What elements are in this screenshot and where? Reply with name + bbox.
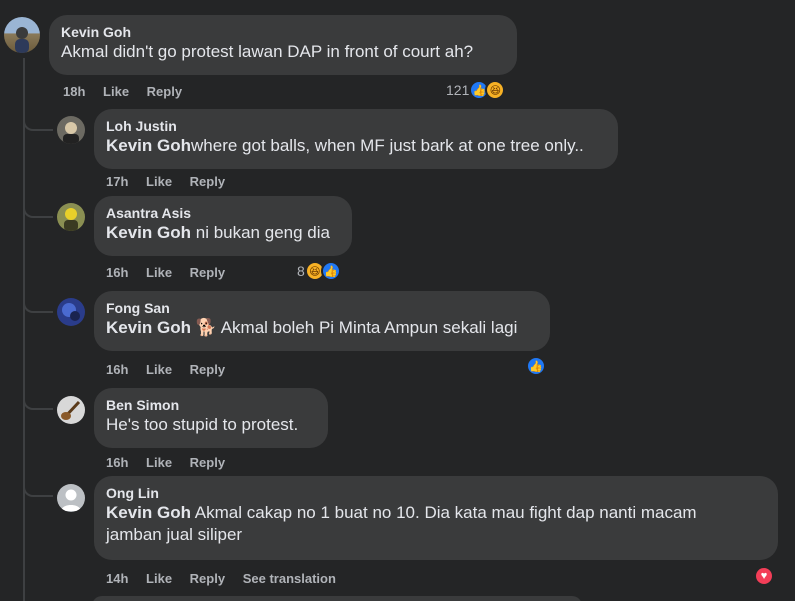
reactions-summary[interactable]: 121 👍 😆 (446, 80, 506, 100)
like-button[interactable]: Like (146, 455, 172, 470)
reactions-summary[interactable]: ♥ (754, 566, 774, 586)
reaction-count: 121 (446, 82, 470, 98)
comment-actions: 14h Like Reply See translation (106, 571, 350, 586)
comment-time[interactable]: 16h (106, 455, 128, 470)
reply-button[interactable]: Reply (147, 84, 182, 99)
avatar[interactable] (57, 298, 85, 326)
comment-body: where got balls, when MF just bark at on… (191, 136, 584, 155)
comment-bubble: Asantra Asis Kevin Goh ni bukan geng dia (94, 196, 352, 256)
like-button[interactable]: Like (146, 362, 172, 377)
like-button[interactable]: Like (146, 571, 172, 586)
default-avatar-icon (61, 489, 81, 511)
reactions-summary[interactable]: 👍 (526, 356, 546, 376)
reply-button[interactable]: Reply (190, 455, 225, 470)
comment-actions: 17h Like Reply (106, 174, 239, 189)
person-photo-icon (62, 303, 80, 321)
like-icon: 👍 (320, 261, 341, 281)
like-button[interactable]: Like (103, 84, 129, 99)
mention-link[interactable]: Kevin Goh (106, 318, 191, 337)
reply-connector (23, 202, 53, 218)
reply-connector (23, 115, 53, 131)
comment-author[interactable]: Fong San (106, 299, 538, 317)
comment-author[interactable]: Ben Simon (106, 396, 316, 414)
thread-line (23, 58, 25, 601)
mention-link[interactable]: Kevin Goh (106, 136, 191, 155)
comment-author[interactable]: Kevin Goh (61, 23, 505, 41)
comment-bubble: Fong San Kevin Goh 🐕 Akmal boleh Pi Mint… (94, 291, 550, 351)
comment-text: Kevin Goh Akmal cakap no 1 buat no 10. D… (106, 502, 746, 546)
like-button[interactable]: Like (146, 174, 172, 189)
comment-body: Akmal cakap no 1 buat no 10. Dia kata ma… (106, 503, 697, 544)
reply-button[interactable]: Reply (190, 174, 225, 189)
comment-time[interactable]: 18h (63, 84, 85, 99)
comment-text: Kevin Goh ni bukan geng dia (106, 222, 340, 244)
comment-time[interactable]: 16h (106, 265, 128, 280)
like-icon: 👍 (526, 356, 546, 376)
reply-button[interactable]: Reply (190, 265, 225, 280)
comment-author[interactable]: Asantra Asis (106, 204, 340, 222)
reply-button[interactable]: Reply (190, 362, 225, 377)
love-icon: ♥ (754, 566, 774, 586)
avatar[interactable] (57, 116, 85, 144)
reply-connector (23, 297, 53, 313)
comment-text: Akmal didn't go protest lawan DAP in fro… (61, 42, 474, 61)
comment-actions: 16h Like Reply (106, 265, 239, 280)
avatar[interactable] (57, 484, 85, 512)
avatar[interactable] (57, 396, 85, 424)
comment-text: Kevin Goh 🐕 Akmal boleh Pi Minta Ampun s… (106, 317, 538, 339)
comment-body: 🐕 Akmal boleh Pi Minta Ampun sekali lagi (191, 318, 518, 337)
haha-icon: 😆 (485, 80, 506, 100)
next-comment-bubble (92, 596, 582, 601)
comment-actions: 18h Like Reply (63, 84, 196, 99)
comment-text: He's too stupid to protest. (106, 415, 299, 434)
comment-actions: 16h Like Reply (106, 362, 239, 377)
avatar[interactable] (57, 203, 85, 231)
person-photo-icon (63, 122, 79, 144)
mention-link[interactable]: Kevin Goh (106, 503, 191, 522)
guitar-icon (61, 400, 81, 420)
comment-actions: 16h Like Reply (106, 455, 239, 470)
comment-time[interactable]: 17h (106, 174, 128, 189)
comment-time[interactable]: 14h (106, 571, 128, 586)
reactions-summary[interactable]: 8 😆 👍 (297, 261, 341, 281)
comment-author[interactable]: Loh Justin (106, 117, 606, 135)
reaction-count: 8 (297, 263, 305, 279)
comment-time[interactable]: 16h (106, 362, 128, 377)
like-button[interactable]: Like (146, 265, 172, 280)
see-translation-link[interactable]: See translation (243, 571, 336, 586)
comment-author[interactable]: Ong Lin (106, 484, 766, 502)
reply-button[interactable]: Reply (190, 571, 225, 586)
comment-bubble: Ong Lin Kevin Goh Akmal cakap no 1 buat … (94, 476, 778, 560)
comment-bubble: Ben Simon He's too stupid to protest. (94, 388, 328, 448)
comment-bubble: Kevin Goh Akmal didn't go protest lawan … (49, 15, 517, 75)
comment-text: Kevin Gohwhere got balls, when MF just b… (106, 135, 606, 157)
reply-connector (23, 394, 53, 410)
person-photo-icon (64, 208, 78, 231)
person-photo-icon (15, 27, 29, 53)
avatar[interactable] (4, 17, 40, 53)
comment-bubble: Loh Justin Kevin Gohwhere got balls, whe… (94, 109, 618, 169)
mention-link[interactable]: Kevin Goh (106, 223, 191, 242)
reply-connector (23, 481, 53, 497)
comment-body: ni bukan geng dia (191, 223, 330, 242)
